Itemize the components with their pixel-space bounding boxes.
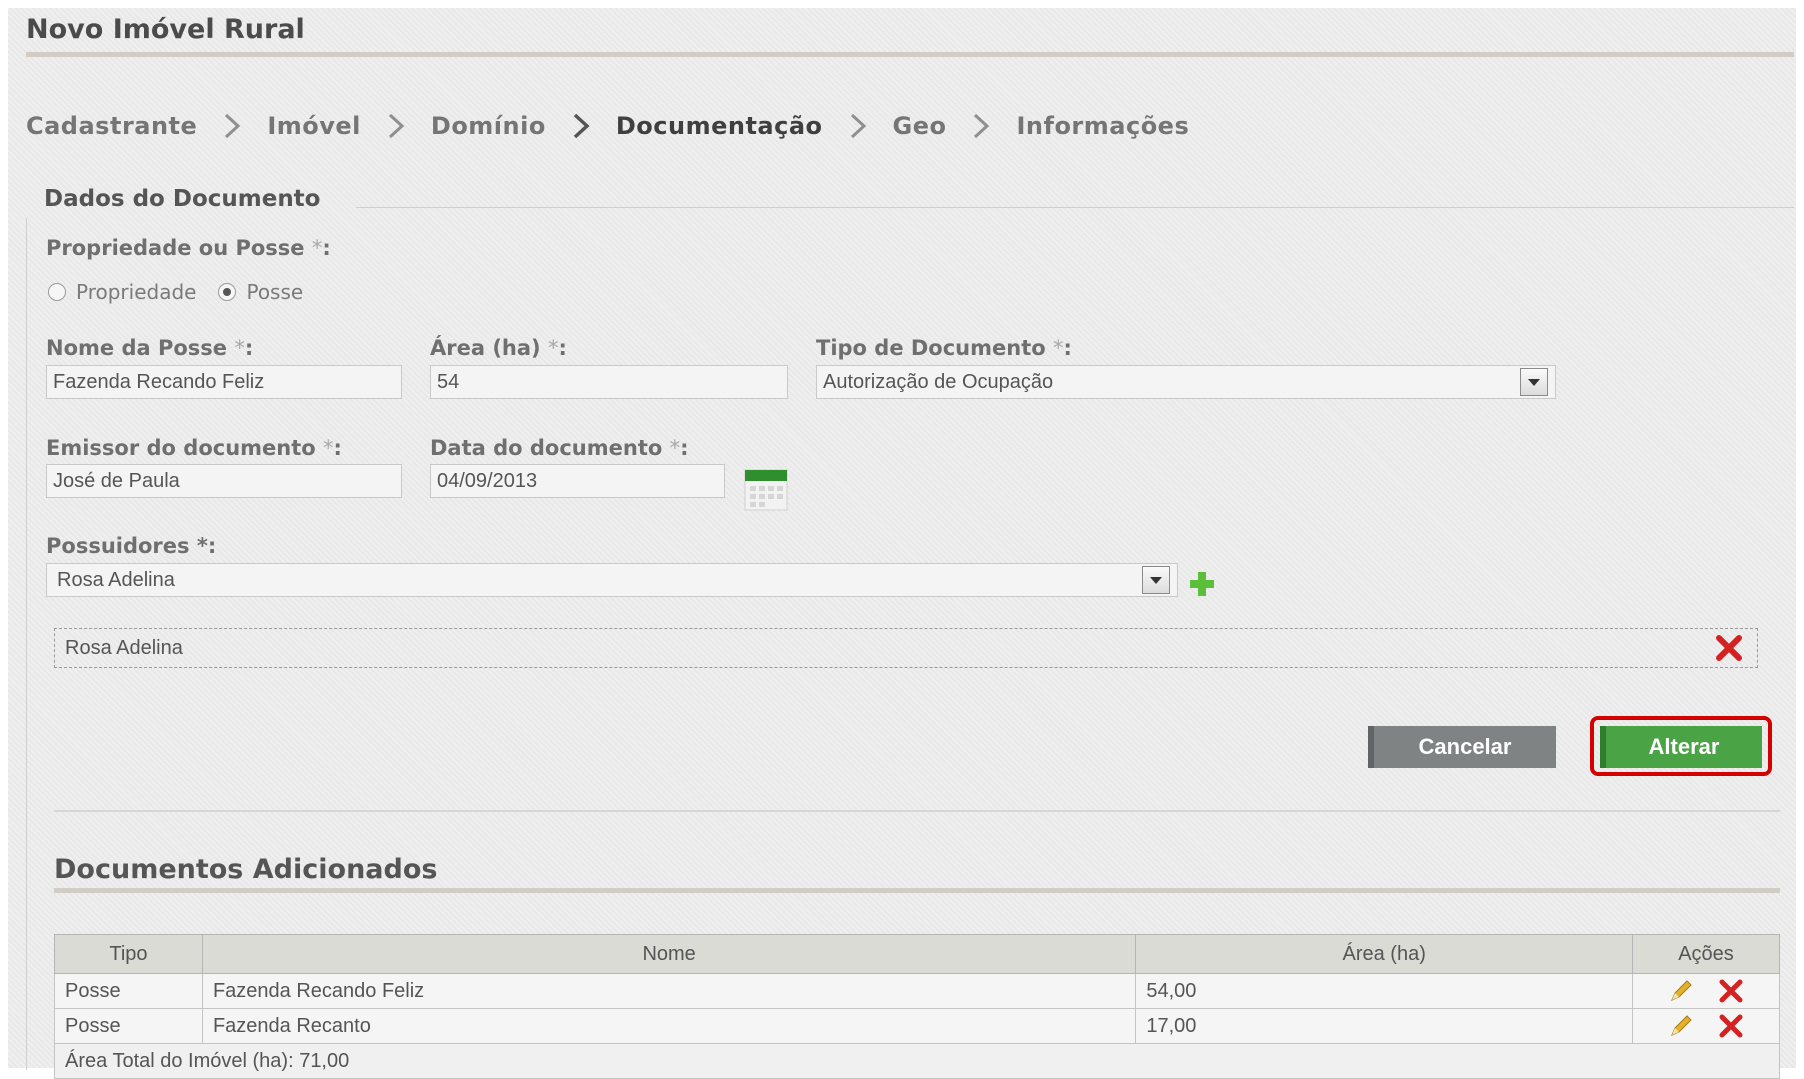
close-icon[interactable]: [1717, 977, 1745, 1005]
possuidores-select[interactable]: Rosa Adelina: [46, 563, 1178, 597]
radio-propriedade[interactable]: [48, 283, 66, 301]
nome-posse-input[interactable]: Fazenda Recando Feliz: [46, 365, 402, 399]
step-imovel[interactable]: Imóvel: [267, 112, 361, 140]
fieldset-border: [26, 218, 27, 1070]
documents-title: Documentos Adicionados: [54, 854, 438, 885]
column-header-area: Área (ha): [1135, 934, 1634, 974]
chevron-down-icon[interactable]: [1520, 368, 1548, 396]
pencil-icon[interactable]: [1667, 1012, 1695, 1040]
documents-table: Tipo Nome Área (ha) Ações Posse Fazenda …: [54, 934, 1780, 1079]
required-mark: *: [547, 336, 559, 360]
cancel-button[interactable]: Cancelar: [1368, 726, 1556, 768]
cell-tipo: Posse: [54, 1008, 203, 1044]
required-mark: *: [669, 436, 681, 460]
wizard-steps: Cadastrante Imóvel Domínio Documentação …: [26, 106, 1189, 146]
emissor-input[interactable]: José de Paula: [46, 464, 402, 498]
radio-posse-label[interactable]: Posse: [246, 280, 303, 304]
step-dominio[interactable]: Domínio: [431, 112, 546, 140]
area-input[interactable]: 54: [430, 365, 788, 399]
title-divider: [26, 52, 1794, 57]
tipo-documento-select[interactable]: Autorização de Ocupação: [816, 365, 1556, 399]
table-footer-row: Área Total do Imóvel (ha): 71,00: [54, 1043, 1780, 1079]
step-cadastrante[interactable]: Cadastrante: [26, 112, 197, 140]
chevron-right-icon: [379, 109, 413, 143]
divider: [54, 810, 1780, 812]
close-icon[interactable]: [1717, 1012, 1745, 1040]
possuidor-name: Rosa Adelina: [65, 637, 183, 659]
required-mark: *: [1053, 336, 1064, 360]
alterar-button[interactable]: Alterar: [1600, 726, 1762, 768]
fieldset-border: [356, 207, 1794, 208]
close-icon[interactable]: [1714, 633, 1744, 663]
tipo-documento-label-text: Tipo de Documento: [816, 336, 1046, 360]
page: Novo Imóvel Rural Cadastrante Imóvel Dom…: [8, 8, 1796, 1079]
ownership-label-text: Propriedade ou Posse: [46, 236, 305, 260]
column-header-tipo: Tipo: [54, 934, 203, 974]
cell-nome: Fazenda Recando Feliz: [201, 973, 1137, 1009]
ownership-radio-group: Propriedade Posse: [48, 280, 325, 304]
emissor-label-text: Emissor do documento: [46, 436, 316, 460]
chevron-right-icon: [564, 109, 598, 143]
possuidores-label-text: Possuidores: [46, 534, 190, 558]
possuidores-label: Possuidores *:: [46, 534, 217, 558]
emissor-label: Emissor do documento *:: [46, 436, 342, 460]
chevron-right-icon: [215, 109, 249, 143]
required-mark: *: [323, 436, 334, 460]
step-documentacao[interactable]: Documentação: [616, 112, 823, 140]
column-header-nome: Nome: [201, 934, 1137, 974]
step-informacoes[interactable]: Informações: [1016, 112, 1189, 140]
nome-posse-label-text: Nome da Posse: [46, 336, 228, 360]
cell-acoes: [1632, 1008, 1780, 1044]
required-mark: *: [196, 534, 208, 558]
data-documento-label-text: Data do documento: [430, 436, 663, 460]
data-documento-input[interactable]: 04/09/2013: [430, 464, 725, 498]
area-label-text: Área (ha): [430, 336, 541, 360]
radio-propriedade-label[interactable]: Propriedade: [76, 280, 196, 304]
table-header-row: Tipo Nome Área (ha) Ações: [54, 934, 1780, 974]
cell-acoes: [1632, 973, 1780, 1009]
plus-icon[interactable]: [1188, 570, 1216, 598]
radio-posse[interactable]: [218, 283, 237, 301]
area-total: Área Total do Imóvel (ha): 71,00: [54, 1043, 1780, 1079]
chevron-right-icon: [841, 109, 875, 143]
required-mark: *: [234, 336, 245, 360]
calendar-icon[interactable]: [743, 466, 789, 512]
step-geo[interactable]: Geo: [893, 112, 947, 140]
tipo-documento-label: Tipo de Documento *:: [816, 336, 1072, 360]
documents-divider: [54, 888, 1780, 893]
possuidor-item: Rosa Adelina: [54, 628, 1758, 668]
page-title: Novo Imóvel Rural: [26, 14, 305, 45]
table-row: Posse Fazenda Recando Feliz 54,00: [54, 973, 1780, 1009]
section-title: Dados do Documento: [44, 186, 321, 212]
pencil-icon[interactable]: [1667, 977, 1695, 1005]
ownership-label: Propriedade ou Posse *:: [46, 236, 331, 260]
column-header-acoes: Ações: [1632, 934, 1780, 974]
cell-tipo: Posse: [54, 973, 203, 1009]
data-documento-label: Data do documento *:: [430, 436, 689, 460]
required-mark: *: [311, 236, 323, 260]
nome-posse-label: Nome da Posse *:: [46, 336, 254, 360]
cell-area: 54,00: [1135, 973, 1634, 1009]
table-row: Posse Fazenda Recanto 17,00: [54, 1008, 1780, 1044]
area-label: Área (ha) *:: [430, 336, 567, 360]
chevron-right-icon: [964, 109, 998, 143]
cell-area: 17,00: [1135, 1008, 1634, 1044]
chevron-down-icon[interactable]: [1142, 566, 1170, 594]
cell-nome: Fazenda Recanto: [201, 1008, 1137, 1044]
